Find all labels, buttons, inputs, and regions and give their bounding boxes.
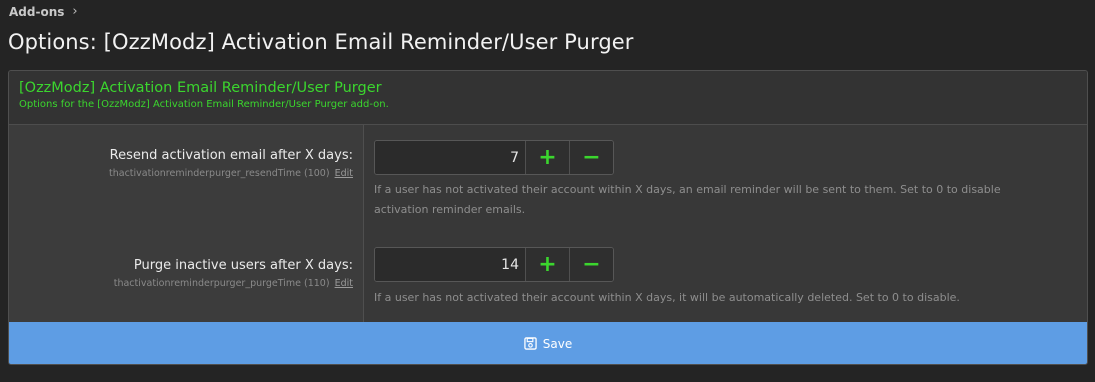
- save-icon: [524, 337, 537, 350]
- increment-button[interactable]: +: [525, 141, 569, 174]
- option-edit-link[interactable]: Edit: [335, 278, 353, 289]
- option-title: Purge inactive users after X days:: [133, 258, 353, 273]
- option-label-resend: Resend activation email after X days: th…: [109, 148, 353, 179]
- purge-time-stepper: + −: [374, 247, 614, 282]
- option-title: Resend activation email after X days:: [109, 148, 353, 163]
- resend-time-stepper: + −: [374, 140, 614, 175]
- block-header: [OzzModz] Activation Email Reminder/User…: [9, 71, 1087, 125]
- submit-row: Save: [9, 322, 1087, 364]
- resend-time-input[interactable]: [375, 141, 525, 174]
- option-hint: If a user has not activated their accoun…: [374, 291, 960, 304]
- block-title: [OzzModz] Activation Email Reminder/User…: [19, 80, 382, 96]
- decrement-button[interactable]: −: [569, 141, 613, 174]
- purge-time-input[interactable]: [375, 248, 525, 281]
- option-hint: If a user has not activated their accoun…: [374, 183, 1001, 216]
- save-label: Save: [542, 336, 573, 351]
- page-title: Options: [OzzModz] Activation Email Remi…: [8, 30, 634, 54]
- option-label-purge: Purge inactive users after X days: thact…: [114, 258, 353, 289]
- option-labels-column: Resend activation email after X days: th…: [9, 125, 364, 322]
- block-description: Options for the [OzzModz] Activation Ema…: [19, 99, 389, 110]
- option-id: thactivationreminderpurger_resendTime (1…: [109, 168, 353, 179]
- option-id-text: thactivationreminderpurger_purgeTime (11…: [113, 278, 330, 289]
- option-id: thactivationreminderpurger_purgeTime (11…: [114, 278, 353, 289]
- breadcrumb: Add-ons ›: [9, 4, 78, 19]
- options-form: [OzzModz] Activation Email Reminder/User…: [8, 70, 1088, 365]
- save-button[interactable]: Save: [524, 337, 572, 351]
- increment-button[interactable]: +: [525, 248, 569, 281]
- chevron-right-icon: ›: [72, 4, 78, 19]
- decrement-button[interactable]: −: [569, 248, 613, 281]
- option-edit-link[interactable]: Edit: [335, 168, 353, 179]
- options-body: Resend activation email after X days: th…: [9, 125, 1087, 322]
- option-inputs-column: + − If a user has not activated their ac…: [364, 125, 1087, 322]
- breadcrumb-addons-link[interactable]: Add-ons: [9, 5, 64, 19]
- option-id-text: thactivationreminderpurger_resendTime (1…: [109, 168, 330, 179]
